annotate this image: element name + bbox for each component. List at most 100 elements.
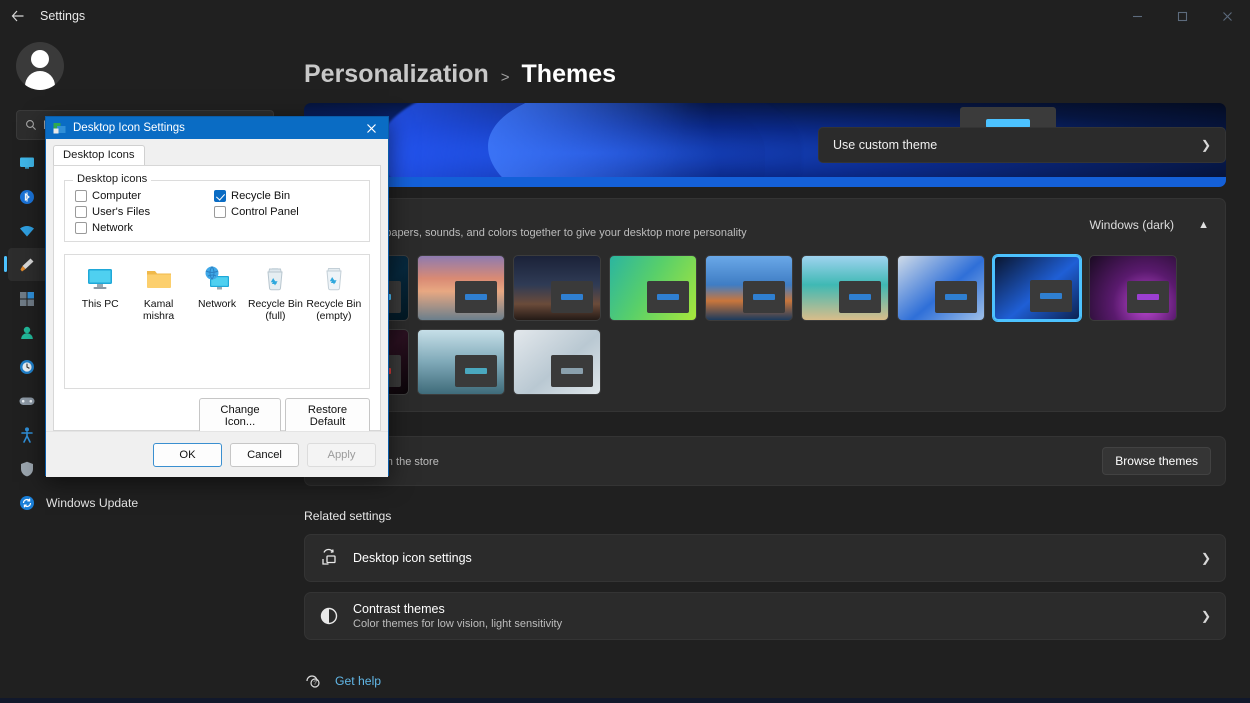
profile-section[interactable] — [0, 32, 290, 96]
desktop-icon-preview-cell[interactable]: Kamal mishra — [129, 263, 187, 323]
themes-panel-description: nation of wallpapers, sounds, and colors… — [321, 227, 1077, 239]
dialog-body: Desktop Icons Desktop icons Computer Recy… — [46, 139, 388, 477]
store-themes-row: re themes from the store Browse themes — [304, 436, 1226, 486]
theme-thumbnail-window-preview — [455, 355, 497, 387]
chevron-up-icon[interactable]: ▲ — [1198, 219, 1209, 231]
this-pc-icon — [71, 263, 129, 295]
checkbox-label: Recycle Bin — [231, 190, 290, 202]
theme-thumbnail-window-preview — [935, 281, 977, 313]
icon-preview-area: This PCKamal mishraNetworkRecycle Bin (f… — [64, 254, 370, 389]
hero-taskbar — [304, 177, 1226, 187]
sidebar-item-windows-update[interactable]: Windows Update — [8, 486, 282, 519]
desktop-icon-preview-cell[interactable]: Network — [188, 263, 246, 311]
theme-accent-swatch — [657, 294, 679, 300]
theme-thumbnail-window-preview — [551, 281, 593, 313]
chevron-right-icon: ❯ — [1201, 551, 1211, 565]
dialog-title: Desktop Icon Settings — [73, 122, 185, 134]
theme-thumbnail-window-preview — [455, 281, 497, 313]
desktop-icon-preview-cell[interactable]: This PC — [71, 263, 129, 311]
checkbox-label: Computer — [92, 190, 141, 202]
change-icon-button[interactable]: Change Icon... — [199, 398, 281, 434]
checkbox[interactable] — [75, 190, 87, 202]
checkbox[interactable] — [75, 206, 87, 218]
checkbox[interactable] — [75, 222, 87, 234]
related-row-desktop-icon-settings[interactable]: Desktop icon settings ❯ — [304, 534, 1226, 582]
desktop-icon-checkbox-row[interactable]: Recycle Bin — [214, 190, 361, 202]
desktop-icon-checkbox-row[interactable]: User's Files — [75, 206, 214, 218]
theme-thumbnail[interactable] — [513, 329, 601, 395]
theme-accent-swatch — [561, 368, 583, 374]
desktop-icon-preview-cell[interactable]: Recycle Bin (full) — [246, 263, 304, 323]
desktop-icon-checkbox-row[interactable]: Control Panel — [214, 206, 361, 218]
themes-panel-header[interactable]: Themes nation of wallpapers, sounds, and… — [305, 199, 1225, 251]
recycle-bin-empty-icon — [305, 263, 363, 295]
theme-accent-swatch — [465, 368, 487, 374]
theme-thumbnail[interactable] — [513, 255, 601, 321]
close-icon[interactable] — [354, 117, 388, 139]
close-icon[interactable] — [1205, 0, 1250, 32]
desktop-icons-icon — [53, 122, 66, 135]
recycle-bin-full-icon — [246, 263, 304, 295]
theme-thumbnail[interactable] — [1089, 255, 1177, 321]
theme-accent-swatch — [849, 294, 871, 300]
theme-thumbnail-window-preview — [1030, 280, 1072, 312]
use-custom-theme-row[interactable]: Use custom theme ❯ — [818, 127, 1226, 163]
desktop-icon-preview-label: Recycle Bin (full) — [246, 299, 304, 323]
chevron-right-icon: ❯ — [1201, 138, 1211, 152]
hero-swoosh-decoration-2 — [488, 103, 765, 187]
theme-thumbnail[interactable] — [609, 255, 697, 321]
window-controls — [1115, 0, 1250, 32]
cancel-button[interactable]: Cancel — [230, 443, 299, 467]
minimize-icon[interactable] — [1115, 0, 1160, 32]
related-row-contrast-themes[interactable]: Contrast themes Color themes for low vis… — [304, 592, 1226, 640]
dialog-tabstrip: Desktop Icons — [53, 145, 381, 166]
desktop-icons-groupbox: Desktop icons ComputerRecycle BinUser's … — [64, 180, 370, 242]
theme-accent-swatch — [561, 294, 583, 300]
window-titlebar: Settings — [0, 0, 1250, 32]
breadcrumb: Personalization > Themes — [290, 32, 1250, 103]
accessibility-icon — [18, 426, 36, 444]
browse-themes-button[interactable]: Browse themes — [1102, 447, 1211, 475]
desktop-icons-checkbox-grid: Computer Recycle Bin User's FilesControl P… — [75, 190, 361, 234]
desktop-icon-preview-cell[interactable]: Recycle Bin (empty) — [305, 263, 363, 323]
desktop-icon-settings-dialog: Desktop Icon Settings Desktop Icons Desk… — [45, 116, 389, 476]
maximize-icon[interactable] — [1160, 0, 1205, 32]
breadcrumb-parent[interactable]: Personalization — [304, 60, 489, 89]
theme-thumbnail[interactable] — [417, 255, 505, 321]
gamepad-icon — [18, 392, 36, 410]
tab-desktop-icons[interactable]: Desktop Icons — [53, 145, 145, 166]
related-row-title: Desktop icon settings — [353, 551, 1187, 565]
dialog-tabpanel: Desktop icons Computer Recycle Bin User's … — [53, 165, 381, 431]
user-folder-icon — [129, 263, 187, 295]
desktop-icon-preview-label: Recycle Bin (empty) — [305, 299, 363, 323]
theme-thumbnail[interactable] — [705, 255, 793, 321]
desktop-icon-checkbox-row[interactable]: Computer — [75, 190, 214, 202]
update-icon — [18, 494, 36, 512]
theme-thumbnail-window-preview — [743, 281, 785, 313]
account-icon — [18, 324, 36, 342]
content-area: Personalization > Themes Use custom them… — [290, 32, 1250, 703]
checkbox[interactable] — [214, 190, 226, 202]
back-arrow-icon[interactable] — [0, 0, 36, 32]
desktop-icon-settings-icon — [319, 548, 339, 568]
theme-thumbnail-window-preview — [647, 281, 689, 313]
groupbox-legend: Desktop icons — [73, 173, 151, 185]
current-theme-value: Windows (dark) — [1089, 218, 1174, 232]
shield-icon — [18, 460, 36, 478]
restore-default-button[interactable]: Restore Default — [285, 398, 370, 434]
desktop-icon-checkbox-row[interactable]: Network — [75, 222, 214, 234]
theme-thumbnail[interactable] — [897, 255, 985, 321]
checkbox[interactable] — [214, 206, 226, 218]
chevron-right-icon: ❯ — [1201, 609, 1211, 623]
theme-thumbnail[interactable] — [417, 329, 505, 395]
clock-icon — [18, 358, 36, 376]
breadcrumb-separator: > — [501, 69, 510, 86]
get-help-link[interactable]: ? Get help — [304, 667, 413, 694]
theme-thumbnail[interactable] — [993, 255, 1081, 321]
help-icon: ? — [304, 672, 321, 689]
theme-accent-swatch — [465, 294, 487, 300]
monitor-icon — [18, 154, 36, 172]
theme-thumbnail[interactable] — [801, 255, 889, 321]
ok-button[interactable]: OK — [153, 443, 222, 467]
desktop-icon-preview-label: Kamal mishra — [129, 299, 187, 323]
